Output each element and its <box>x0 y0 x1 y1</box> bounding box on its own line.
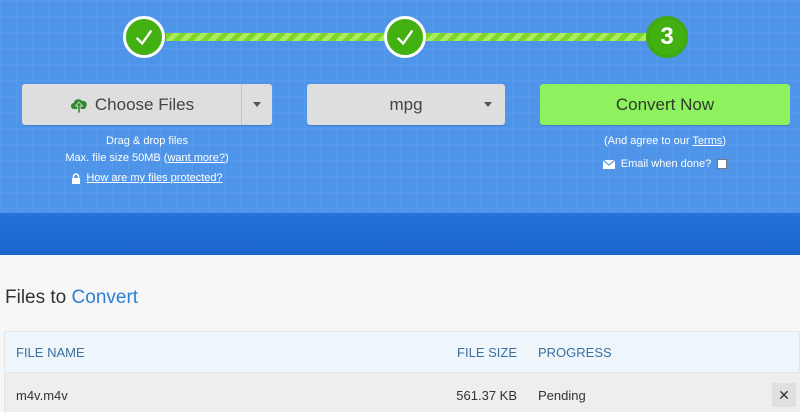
max-file-size-note: Max. file size 50MB (want more?) <box>22 152 272 164</box>
step-3-indicator: 3 <box>646 16 688 58</box>
checkmark-icon <box>135 29 153 46</box>
column-header-file-size: FILE SIZE <box>457 344 517 360</box>
files-protected-link[interactable]: How are my files protected? <box>86 172 222 184</box>
email-when-done-label: Email when done? <box>620 158 712 170</box>
files-protected-note: How are my files protected? <box>22 172 272 184</box>
remove-file-button[interactable]: ✕ <box>772 383 796 407</box>
agree-suffix: ) <box>722 135 727 147</box>
hero-bottom-band <box>0 213 800 255</box>
cloud-upload-icon <box>70 98 87 113</box>
choose-files-button-group: Choose Files <box>22 84 272 125</box>
max-size-suffix: ) <box>224 152 229 164</box>
table-row: m4v.m4v 561.37 KB Pending ✕ <box>4 373 800 412</box>
output-format-value: mpg <box>389 94 423 114</box>
terms-link[interactable]: Terms <box>692 135 722 147</box>
envelope-icon <box>602 159 615 169</box>
want-more-link[interactable]: want more? <box>167 152 224 164</box>
email-when-done-checkbox[interactable] <box>717 159 728 169</box>
column-header-file-name: FILE NAME <box>16 344 85 360</box>
terms-agreement-note: (And agree to our Terms) <box>540 135 790 147</box>
email-when-done-option: Email when done? <box>540 158 790 170</box>
files-title-prefix: Files to <box>5 287 72 308</box>
agree-text: (And agree to our <box>603 135 693 147</box>
drag-drop-hint: Drag & drop files <box>106 135 188 147</box>
output-format-select[interactable]: mpg <box>307 84 505 125</box>
caret-down-icon <box>484 102 492 107</box>
lock-icon <box>72 172 81 184</box>
step-progress-line-2 <box>426 33 648 41</box>
step-2-indicator <box>384 16 426 58</box>
caret-down-icon <box>253 102 261 107</box>
max-size-text: Max. file size 50MB ( <box>65 152 168 164</box>
file-size-cell: 561.37 KB <box>456 387 517 403</box>
files-title-accent: Convert <box>71 287 139 308</box>
choose-files-dropdown-toggle[interactable] <box>241 84 272 125</box>
choose-files-button[interactable]: Choose Files <box>22 84 241 125</box>
choose-files-label: Choose Files <box>94 94 195 114</box>
convert-now-button[interactable]: Convert Now <box>540 84 790 125</box>
checkmark-icon <box>396 29 414 46</box>
convert-now-label: Convert Now <box>615 94 715 114</box>
files-table: FILE NAME FILE SIZE PROGRESS m4v.m4v 561… <box>4 331 800 412</box>
files-table-header: FILE NAME FILE SIZE PROGRESS <box>4 331 800 373</box>
files-section-title: Files to Convert <box>5 287 138 309</box>
progress-cell: Pending <box>538 387 586 403</box>
hero-panel: 3 Choose Files mpg Convert Now Drag & dr… <box>0 0 800 255</box>
file-name-cell: m4v.m4v <box>16 387 68 403</box>
close-icon: ✕ <box>778 386 790 403</box>
step-1-indicator <box>123 16 165 58</box>
column-header-progress: PROGRESS <box>538 344 612 360</box>
step-progress-line-1 <box>166 33 386 41</box>
step-3-number: 3 <box>660 23 674 50</box>
